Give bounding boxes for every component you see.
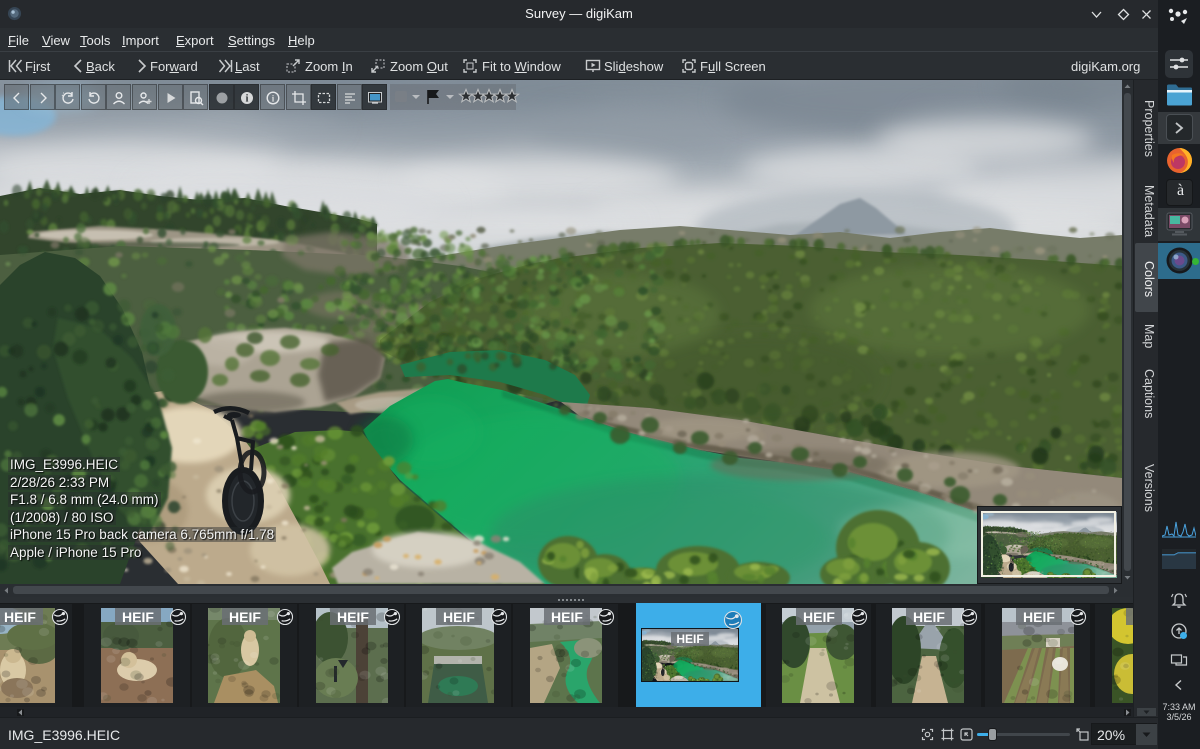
svg-text:HEIF: HEIF bbox=[676, 632, 703, 646]
svg-text:i: i bbox=[272, 94, 275, 104]
svg-text:HEIF: HEIF bbox=[4, 609, 36, 625]
svg-text:HEIF: HEIF bbox=[122, 609, 154, 625]
svg-text:i: i bbox=[246, 94, 249, 105]
svg-text:HEIF: HEIF bbox=[913, 609, 945, 625]
svg-text:HEIF: HEIF bbox=[229, 609, 261, 625]
svg-text:HEIF: HEIF bbox=[803, 609, 835, 625]
svg-text:HEIF: HEIF bbox=[443, 609, 475, 625]
svg-text:HEIF: HEIF bbox=[551, 609, 583, 625]
svg-text:HEIF: HEIF bbox=[337, 609, 369, 625]
svg-text:HEIF: HEIF bbox=[1023, 609, 1055, 625]
